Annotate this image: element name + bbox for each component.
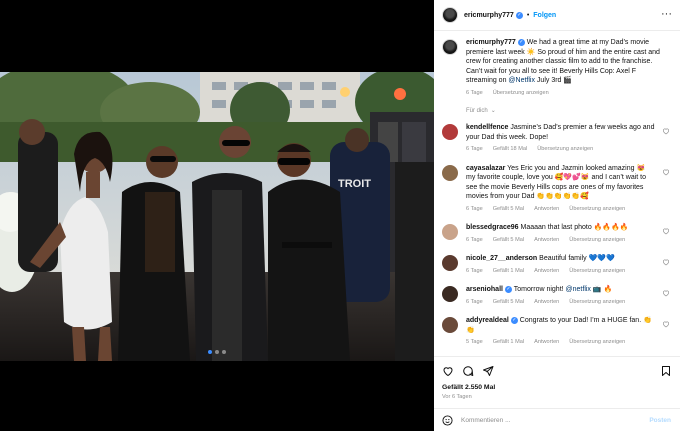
post-comment-button[interactable]: Posten: [649, 417, 671, 424]
comment-item: cayasalazar Yes Eric you and Jazmin look…: [442, 164, 672, 215]
comments-list[interactable]: ericmurphy777 ✓ We had a great time at my…: [434, 31, 680, 355]
reply-button[interactable]: Antworten: [534, 338, 559, 348]
comment-age: 6 Tage: [466, 236, 483, 243]
translate-link[interactable]: Übersetzung anzeigen: [569, 205, 625, 215]
clapper-emoji: 🎬: [563, 77, 573, 84]
comment-mention-netflix[interactable]: @netflix: [566, 286, 591, 293]
verified-badge-icon: ✓: [515, 11, 523, 19]
comment-likes[interactable]: Gefällt 18 Mal: [493, 145, 528, 155]
share-icon[interactable]: [482, 365, 494, 377]
comment-age: 6 Tage: [466, 267, 483, 274]
comment-age: 6 Tage: [466, 146, 483, 152]
carousel-dot-active[interactable]: [208, 350, 212, 354]
translate-link[interactable]: Übersetzung anzeigen: [569, 338, 625, 348]
commenter-username[interactable]: nicole_27__anderson: [466, 255, 537, 262]
post-header: ericmurphy777 ✓ • Folgen ···: [434, 0, 680, 31]
commenter-username[interactable]: addyrealdeal: [466, 317, 509, 324]
bookmark-icon[interactable]: [660, 365, 672, 377]
commenter-avatar[interactable]: [442, 317, 458, 333]
comment-like-heart-icon[interactable]: [662, 168, 670, 176]
translate-link[interactable]: Übersetzung anzeigen: [569, 298, 625, 308]
comment-text: Beautiful family 💙💙💙: [537, 255, 615, 262]
caption-username[interactable]: ericmurphy777: [466, 39, 516, 46]
commenter-username[interactable]: cayasalazar: [466, 165, 505, 172]
caption-age: 6 Tage: [466, 89, 483, 96]
comment-text: Maaaan that last photo 🔥🔥🔥🔥: [518, 224, 629, 231]
translate-link[interactable]: Übersetzung anzeigen: [537, 145, 593, 155]
comment-like-heart-icon[interactable]: [662, 289, 670, 297]
comment-likes[interactable]: Gefällt 5 Mal: [493, 236, 524, 246]
comment-like-heart-icon[interactable]: [662, 127, 670, 135]
carousel-indicator: [0, 350, 434, 354]
caption-mention-netflix[interactable]: @Netflix: [508, 77, 535, 84]
commenter-username[interactable]: kendellfence: [466, 124, 508, 131]
commenter-avatar[interactable]: [442, 255, 458, 271]
comment-item: nicole_27__anderson Beautiful family 💙💙💙…: [442, 254, 672, 276]
comment-input[interactable]: [461, 416, 631, 424]
carousel-dot[interactable]: [222, 350, 226, 354]
comment-likes[interactable]: Gefällt 1 Mal: [493, 338, 524, 348]
caption-text-3: July 3rd: [534, 77, 564, 84]
post-side-panel: ericmurphy777 ✓ • Folgen ··· ericmurphy7…: [434, 0, 680, 431]
reply-button[interactable]: Antworten: [534, 236, 559, 246]
comment-like-heart-icon[interactable]: [662, 227, 670, 235]
heart-icon[interactable]: [442, 365, 454, 377]
likes-count[interactable]: Gefällt 2.550 Mal: [442, 384, 672, 391]
comment-likes[interactable]: Gefällt 5 Mal: [493, 298, 524, 308]
author-username[interactable]: ericmurphy777: [464, 12, 514, 19]
carousel-dot[interactable]: [215, 350, 219, 354]
commenter-avatar[interactable]: [442, 224, 458, 240]
comment-item: addyrealdeal ✓ Congrats to your Dad! I’m …: [442, 316, 672, 348]
verified-badge-icon: ✓: [510, 316, 518, 324]
verified-badge-icon: ✓: [517, 38, 525, 46]
comment-filter-label: Für dich: [466, 107, 488, 114]
reply-button[interactable]: Antworten: [534, 205, 559, 215]
reply-button[interactable]: Antworten: [534, 267, 559, 277]
caption-author-avatar[interactable]: [442, 39, 458, 55]
author-avatar[interactable]: [442, 7, 458, 23]
follow-button[interactable]: Folgen: [533, 12, 556, 19]
commenter-avatar[interactable]: [442, 124, 458, 140]
comment-filter-toggle[interactable]: Für dich ⌄: [466, 107, 672, 115]
premiere-photo-illustration: TROIT: [0, 72, 434, 361]
comment-item: arseniohall ✓ Tomorrow night! @netflix 📺 …: [442, 285, 672, 307]
comment-text: Tomorrow night!: [511, 286, 566, 293]
post-caption: ericmurphy777 ✓ We had a great time at my…: [442, 38, 672, 98]
comment-icon[interactable]: [462, 365, 474, 377]
comment-likes[interactable]: Gefällt 1 Mal: [493, 267, 524, 277]
translate-link[interactable]: Übersetzung anzeigen: [569, 236, 625, 246]
comment-like-heart-icon[interactable]: [662, 320, 670, 328]
chevron-down-icon: ⌄: [490, 108, 496, 114]
comment-text-suffix: 📺 🔥: [590, 286, 613, 293]
verified-badge-icon: ✓: [504, 285, 512, 293]
comment-item: blessedgrace96 Maaaan that last photo 🔥🔥…: [442, 223, 672, 245]
instagram-post-modal: TROIT ericmurphy777 ✓ • Folgen ··· ericm…: [0, 0, 680, 431]
post-actions: Gefällt 2.550 Mal Vor 6 Tagen: [434, 356, 680, 408]
comment-age: 5 Tage: [466, 339, 483, 345]
comment-age: 6 Tage: [466, 298, 483, 305]
post-photo[interactable]: TROIT: [0, 72, 434, 361]
svg-text:TROIT: TROIT: [338, 178, 371, 190]
commenter-username[interactable]: arseniohall: [466, 286, 503, 293]
translate-link[interactable]: Übersetzung anzeigen: [569, 267, 625, 277]
comment-like-heart-icon[interactable]: [662, 258, 670, 266]
comment-item: kendellfence Jasmine’s Dad’s premier a f…: [442, 123, 672, 155]
post-date: Vor 6 Tagen: [442, 394, 472, 400]
reply-button[interactable]: Antworten: [534, 298, 559, 308]
post-media-area: TROIT: [0, 0, 434, 431]
comment-age: 6 Tage: [466, 205, 483, 212]
comment-likes[interactable]: Gefällt 5 Mal: [493, 205, 524, 215]
add-comment-bar: Posten: [434, 408, 680, 431]
header-separator: •: [526, 11, 530, 19]
emoji-icon[interactable]: [442, 414, 453, 426]
commenter-avatar[interactable]: [442, 164, 458, 181]
commenter-avatar[interactable]: [442, 286, 458, 302]
more-options-icon[interactable]: ···: [661, 8, 672, 20]
caption-translate-link[interactable]: Übersetzung anzeigen: [493, 89, 549, 99]
commenter-username[interactable]: blessedgrace96: [466, 224, 519, 231]
